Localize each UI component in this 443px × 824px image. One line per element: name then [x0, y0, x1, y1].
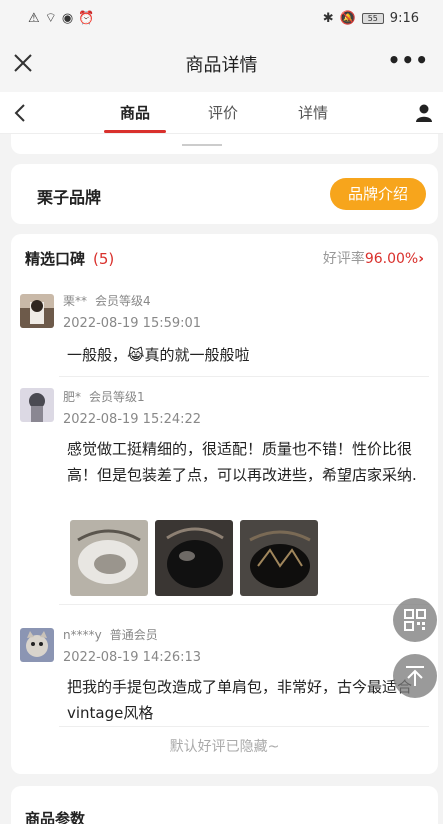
positive-rate[interactable]: 好评率96.00%›	[323, 248, 424, 268]
user-icon[interactable]	[415, 103, 433, 123]
review-date: 2022-08-19 14:26:13	[63, 650, 202, 665]
status-time: 9:16	[389, 10, 419, 26]
review-text: 把我的手提包改造成了单肩包，非常好，古今最适合vintage风格	[67, 678, 413, 722]
reviews-header: 精选口碑 (5)	[25, 248, 114, 269]
qrcode-icon	[404, 609, 426, 631]
rate-value: 96.00%	[364, 251, 419, 267]
back-to-top-button[interactable]	[393, 654, 437, 698]
review-date: 2022-08-19 15:24:22	[63, 412, 202, 427]
review-text: 感觉做工挺精细的，很适配！质量也不错！性价比很高！但是包装差了点，可以再改进些，…	[67, 440, 417, 484]
review-user: 肥* 会员等级1	[63, 388, 145, 405]
tab-reviews[interactable]: 评价	[208, 102, 238, 123]
review-user: 栗** 会员等级4	[63, 292, 151, 309]
divider	[59, 726, 429, 727]
scroll-hint	[181, 144, 222, 146]
tab-product[interactable]: 商品	[120, 102, 150, 123]
page-title: 商品详情	[185, 55, 258, 76]
rate-label: 好评率	[322, 251, 365, 267]
review-photo[interactable]	[155, 520, 233, 596]
reviews-count: (5)	[93, 250, 115, 268]
divider	[59, 376, 429, 377]
avatar	[20, 294, 54, 328]
chevron-right-icon: ›	[418, 251, 424, 267]
close-icon[interactable]	[12, 52, 34, 74]
avatar	[20, 388, 54, 422]
active-tab-indicator	[104, 130, 166, 133]
bluetooth-icon: ✱	[322, 10, 334, 26]
battery-icon: 55	[361, 12, 384, 24]
back-icon[interactable]	[12, 102, 28, 124]
review-user: n****y 普通会员	[63, 626, 158, 643]
review-member-level: 会员等级4	[95, 294, 151, 308]
more-icon[interactable]: •••	[388, 48, 429, 72]
review-photo[interactable]	[70, 520, 148, 596]
status-bar: ⚠ ⌔ ◉ ⏰ ✱ 🔕 55 9:16	[0, 0, 443, 36]
review-date: 2022-08-19 15:59:01	[63, 316, 202, 331]
brand-card: 栗子品牌 品牌介绍	[11, 164, 438, 224]
hidden-reviews-note: 默认好评已隐藏~	[169, 739, 280, 755]
review-username: 栗**	[63, 294, 88, 308]
review-photo[interactable]	[240, 520, 318, 596]
params-card: 商品参数	[11, 786, 438, 824]
status-icons-left: ⚠ ⌔ ◉ ⏰	[28, 10, 95, 27]
avatar	[20, 628, 54, 662]
tab-details[interactable]: 详情	[298, 102, 328, 123]
review-username: 肥*	[63, 390, 82, 404]
brand-name: 栗子品牌	[37, 188, 102, 207]
nav-bar: 商品详情 •••	[0, 36, 443, 92]
review-member-level: 会员等级1	[89, 390, 145, 404]
eye-icon: ◉	[61, 10, 74, 26]
brand-intro-button[interactable]: 品牌介绍	[330, 178, 426, 210]
mute-icon: 🔕	[339, 10, 356, 26]
divider	[59, 604, 429, 605]
reviews-title: 精选口碑	[25, 250, 86, 268]
back-to-top-icon	[406, 666, 424, 686]
status-icons-right: ✱ 🔕 55 9:16	[323, 11, 419, 26]
previous-card-bottom	[11, 134, 438, 154]
review-text: 一般般，😹真的就一般般啦	[67, 346, 250, 364]
review-member-level: 普通会员	[109, 628, 158, 642]
tab-bar: 商品 评价 详情	[0, 92, 443, 134]
alert-icon: ⚠	[28, 10, 40, 26]
qrcode-button[interactable]	[393, 598, 437, 642]
params-title: 商品参数	[25, 810, 86, 824]
reviews-card: 精选口碑 (5) 好评率96.00%› 栗** 会员等级4 2022-08-19 1…	[11, 234, 438, 774]
wifi-icon: ⌔	[44, 11, 57, 26]
alarm-icon: ⏰	[78, 10, 95, 26]
review-username: n****y	[63, 628, 102, 642]
